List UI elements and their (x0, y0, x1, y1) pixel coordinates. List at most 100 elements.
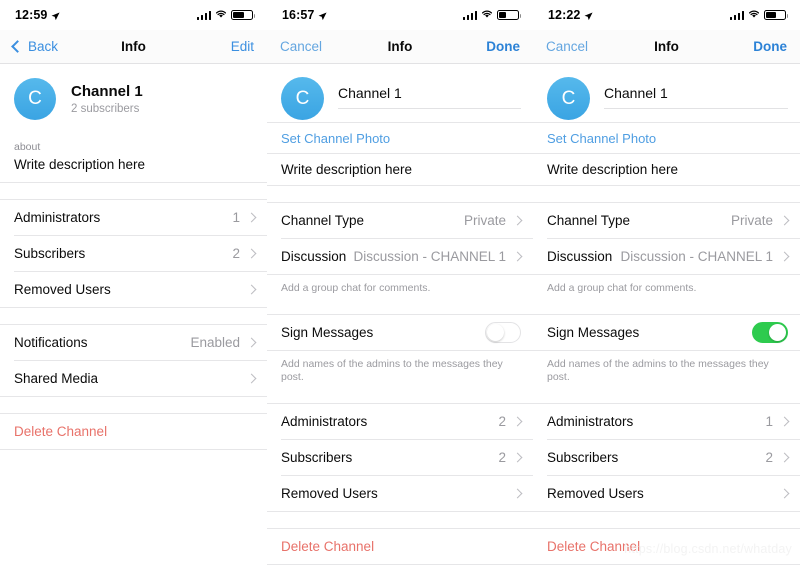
channel-name-input[interactable]: Channel 1 (338, 85, 521, 109)
row-value: Private (730, 213, 773, 228)
edit-header: C Channel 1 (533, 64, 800, 122)
row-label: Discussion (281, 249, 347, 264)
row-channel-type[interactable]: Channel Type Private (267, 203, 533, 238)
row-removed-users[interactable]: Removed Users (533, 476, 800, 512)
row-subscribers[interactable]: Subscribers 2 (267, 440, 533, 476)
row-label: Notifications (14, 334, 88, 350)
row-subscribers[interactable]: Subscribers 2 (533, 440, 800, 476)
row-value: Discussion - CHANNEL 1 (620, 249, 773, 264)
row-removed-users[interactable]: Removed Users (0, 271, 267, 307)
section-gap (267, 304, 533, 315)
sign-messages-toggle[interactable] (485, 322, 521, 344)
panel-channel-info-edit-sign-off: 16:57 Cancel Info Done C Channel 1 Set C… (267, 0, 533, 566)
channel-profile-header: C Channel 1 2 subscribers (0, 64, 267, 133)
status-bar-time-group: 12:59 (15, 8, 61, 22)
battery-icon (231, 10, 255, 20)
section-gap (533, 186, 800, 202)
chevron-right-icon (779, 251, 790, 262)
delete-channel-button[interactable]: Delete Channel (0, 413, 267, 449)
row-channel-type[interactable]: Channel Type Private (533, 203, 800, 238)
row-notifications[interactable]: Notifications Enabled (0, 324, 267, 360)
row-discussion[interactable]: Discussion Discussion - CHANNEL 1 (267, 239, 533, 274)
row-label: Administrators (547, 414, 634, 430)
channel-name-input[interactable]: Channel 1 (604, 85, 788, 109)
row-sign-messages[interactable]: Sign Messages (533, 315, 800, 351)
status-bar: 12:59 (0, 0, 267, 30)
row-label: Channel Type (547, 213, 631, 228)
chevron-right-icon (779, 452, 790, 463)
row-value: Enabled (190, 334, 240, 350)
channel-description-input[interactable]: Write description here (267, 154, 533, 185)
discussion-footnote: Add a group chat for comments. (547, 282, 697, 294)
chevron-left-icon (11, 40, 24, 53)
set-channel-photo-button[interactable]: Set Channel Photo (267, 123, 533, 153)
watermark: https://blog.csdn.net/whatday (624, 542, 792, 556)
row-value: Private (463, 213, 506, 228)
status-bar-icons (462, 6, 521, 24)
about-label: about (14, 141, 41, 153)
channel-profile-text: Channel 1 2 subscribers (71, 83, 143, 116)
status-bar: 16:57 (267, 0, 533, 30)
channel-description-input[interactable]: Write description here (533, 154, 800, 185)
back-button[interactable]: Back (11, 39, 59, 54)
cellular-signal-icon (196, 10, 211, 20)
row-value: 2 (498, 414, 506, 430)
row-administrators[interactable]: Administrators 1 (0, 199, 267, 235)
back-button-label: Back (28, 39, 59, 54)
row-label: Administrators (281, 414, 368, 430)
discussion-footnote: Add a group chat for comments. (281, 282, 431, 294)
chevron-right-icon (246, 373, 257, 384)
row-administrators[interactable]: Administrators 1 (533, 404, 800, 440)
row-administrators[interactable]: Administrators 2 (267, 404, 533, 440)
channel-name: Channel 1 (71, 82, 143, 100)
divider (0, 448, 267, 450)
screenshot-triptych: 12:59 Back Info Edit C Channel 1 2 subsc… (0, 0, 800, 566)
edit-button[interactable]: Edit (231, 39, 254, 54)
chevron-right-icon (246, 248, 257, 259)
row-removed-users[interactable]: Removed Users (267, 476, 533, 512)
status-bar-time: 16:57 (282, 8, 315, 22)
row-sign-messages[interactable]: Sign Messages (267, 315, 533, 351)
cancel-button[interactable]: Cancel (546, 39, 588, 54)
status-bar: 12:22 (533, 0, 800, 30)
row-label: Subscribers (547, 450, 619, 466)
sign-messages-footnote: Add names of the admins to the messages … (547, 358, 769, 384)
chevron-right-icon (779, 488, 790, 499)
row-label: Subscribers (14, 245, 86, 261)
row-value: 2 (498, 450, 506, 466)
chevron-right-icon (246, 284, 257, 295)
done-button[interactable]: Done (486, 39, 520, 54)
toggle-knob (769, 324, 786, 342)
row-label: Sign Messages (547, 325, 640, 341)
cancel-button[interactable]: Cancel (280, 39, 322, 54)
delete-channel-button[interactable]: Delete Channel (267, 529, 533, 565)
done-button[interactable]: Done (753, 39, 787, 54)
sign-messages-footnote: Add names of the admins to the messages … (281, 358, 503, 384)
row-subscribers[interactable]: Subscribers 2 (0, 235, 267, 271)
section-gap (0, 307, 267, 324)
section-gap (267, 512, 533, 529)
about-section: about Write description here (0, 133, 267, 182)
section-gap (533, 512, 800, 529)
wifi-icon (215, 6, 227, 24)
set-channel-photo-button[interactable]: Set Channel Photo (533, 123, 800, 153)
channel-name-field-wrap: Channel 1 (338, 77, 521, 109)
chevron-right-icon (779, 215, 790, 226)
section-gap (267, 393, 533, 404)
status-bar-time-group: 12:22 (548, 8, 594, 22)
battery-icon (764, 10, 788, 20)
row-value: Discussion - CHANNEL 1 (353, 249, 506, 264)
row-shared-media[interactable]: Shared Media (0, 360, 267, 396)
navigation-bar: Cancel Info Done (533, 30, 800, 64)
row-label: Removed Users (281, 486, 378, 502)
row-label: Shared Media (14, 370, 99, 386)
sign-messages-toggle[interactable] (752, 322, 788, 344)
chevron-right-icon (512, 488, 523, 499)
navigation-bar: Cancel Info Done (267, 30, 533, 64)
row-discussion[interactable]: Discussion Discussion - CHANNEL 1 (533, 239, 800, 274)
wifi-icon (748, 6, 760, 24)
section-gap (267, 186, 533, 202)
status-bar-time-group: 16:57 (282, 8, 328, 22)
toggle-knob (487, 324, 504, 342)
location-arrow-icon (584, 10, 594, 20)
